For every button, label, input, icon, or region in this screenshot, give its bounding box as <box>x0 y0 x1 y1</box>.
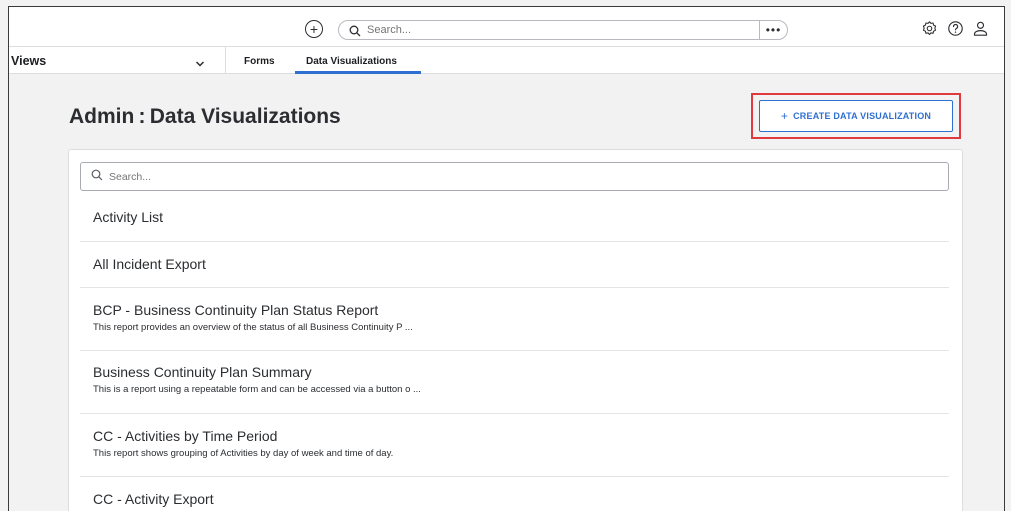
item-name: All Incident Export <box>93 256 206 272</box>
more-icon[interactable]: ••• <box>759 20 787 40</box>
data-visualizations-card: Activity List All Incident Export BCP - … <box>68 149 963 511</box>
top-bar: + ••• <box>9 7 1004 47</box>
chevron-down-icon[interactable] <box>195 56 205 67</box>
help-icon[interactable] <box>946 19 964 37</box>
app-window: + ••• Views Forms Data Visualizations Ad… <box>8 6 1005 511</box>
list-item[interactable]: CC - Activity Export <box>80 477 949 511</box>
item-name: CC - Activities by Time Period <box>93 428 278 444</box>
global-search[interactable] <box>338 20 788 40</box>
plus-icon: + <box>780 109 789 123</box>
tab-forms[interactable]: Forms <box>244 56 275 67</box>
list-item[interactable]: All Incident Export <box>80 242 949 288</box>
search-icon <box>91 168 103 186</box>
global-search-input[interactable] <box>367 24 747 36</box>
list-item[interactable]: Business Continuity Plan Summary This is… <box>80 351 949 414</box>
list-item[interactable]: BCP - Business Continuity Plan Status Re… <box>80 288 949 351</box>
active-tab-indicator <box>295 71 421 74</box>
list-search[interactable] <box>80 162 949 191</box>
page-title: Admin : Data Visualizations <box>69 105 341 128</box>
nav-divider <box>225 47 226 74</box>
item-description: This report shows grouping of Activities… <box>93 448 394 459</box>
search-icon <box>349 24 361 37</box>
item-description: This is a report using a repeatable form… <box>93 384 421 395</box>
item-name: Business Continuity Plan Summary <box>93 364 312 380</box>
create-button-highlight: + CREATE DATA VISUALIZATION <box>751 93 961 139</box>
item-name: Activity List <box>93 209 164 225</box>
list-item[interactable]: Activity List <box>80 196 949 242</box>
visualization-list: Activity List All Incident Export BCP - … <box>80 196 949 511</box>
list-item[interactable]: CC - Activities by Time Period This repo… <box>80 414 949 477</box>
views-label: Views <box>11 54 47 68</box>
item-description: This report provides an overview of the … <box>93 322 413 333</box>
item-name: CC - Activity Export <box>93 491 214 507</box>
tab-data-visualizations[interactable]: Data Visualizations <box>306 56 397 67</box>
list-search-input[interactable] <box>109 170 929 183</box>
user-icon[interactable] <box>971 19 989 37</box>
item-name: BCP - Business Continuity Plan Status Re… <box>93 302 379 318</box>
nav-bar: Views Forms Data Visualizations <box>9 47 1004 74</box>
create-data-visualization-button[interactable]: + CREATE DATA VISUALIZATION <box>759 100 953 132</box>
settings-icon[interactable] <box>920 19 938 37</box>
create-button-label: CREATE DATA VISUALIZATION <box>793 111 932 121</box>
add-icon[interactable]: + <box>305 20 323 38</box>
